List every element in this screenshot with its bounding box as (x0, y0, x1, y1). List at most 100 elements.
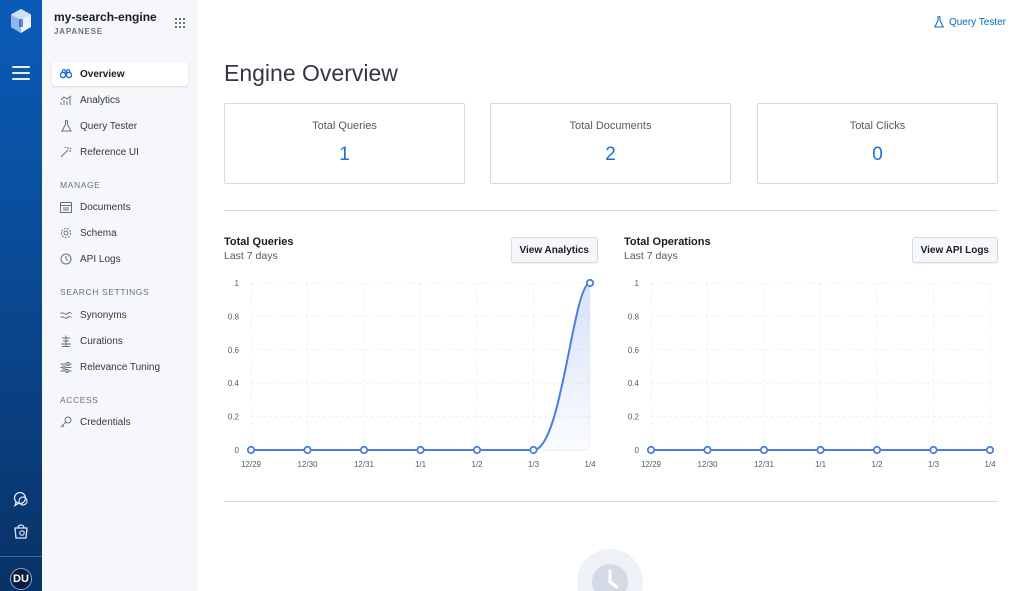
nav-item-label: Curations (80, 335, 123, 347)
x-tick-label: 1/3 (928, 460, 940, 469)
data-point (759, 445, 769, 455)
chart-panel-queries: Total Queries Last 7 days View Analytics… (224, 234, 598, 484)
data-point (816, 445, 825, 455)
nav-item-credentials[interactable]: Credentials (52, 410, 188, 434)
page-title: Engine Overview (224, 60, 398, 86)
data-point (585, 278, 595, 288)
data-point (646, 445, 656, 455)
curations-icon (60, 335, 72, 347)
section-divider (224, 501, 998, 502)
engine-language: JAPANESE (54, 27, 103, 36)
engine-name: my-search-engine (54, 10, 157, 24)
nav-section-manage: MANAGE (60, 180, 101, 190)
stat-card-total-clicks[interactable]: Total Clicks 0 (757, 103, 998, 184)
stat-value: 1 (339, 144, 350, 165)
nav-item-label: Query Tester (80, 120, 138, 132)
x-tick-label: 1/3 (528, 460, 540, 469)
flask-icon (60, 120, 72, 132)
chat-icon[interactable] (12, 490, 30, 508)
queries-chart: 0 0.2 0.4 0.6 0.8 1 12/29 12/30 12/31 1/1 1/2 1/3 1/… (228, 278, 596, 469)
nav-item-label: Credentials (80, 416, 131, 428)
analytics-icon (60, 94, 72, 106)
nav-section-search-settings: SEARCH SETTINGS (60, 287, 150, 297)
nav-item-relevance-tuning[interactable]: Relevance Tuning (52, 355, 188, 379)
stat-label: Total Queries (312, 120, 377, 132)
data-point (359, 445, 369, 455)
documents-icon (60, 201, 72, 213)
y-tick-label: 0.2 (228, 413, 240, 422)
chart-subtitle: Last 7 days (224, 250, 278, 262)
x-tick-label: 12/31 (754, 460, 775, 469)
marketplace-icon[interactable] (12, 522, 30, 540)
section-divider (224, 210, 998, 211)
y-tick-label: 0.8 (628, 312, 640, 321)
x-tick-label: 1/4 (984, 460, 996, 469)
chart-title: Total Queries (224, 236, 294, 248)
query-tester-link-label: Query Tester (948, 16, 1006, 28)
stat-card-total-documents[interactable]: Total Documents 2 (490, 103, 731, 184)
sliders-icon (60, 361, 72, 373)
x-tick-label: 1/2 (871, 460, 883, 469)
user-avatar[interactable]: DU (10, 568, 32, 590)
empty-state-clock-icon (577, 549, 643, 591)
view-api-logs-button[interactable]: View API Logs (911, 237, 998, 263)
chart-title: Total Operations (624, 236, 711, 248)
app-logo-icon[interactable] (9, 8, 33, 34)
nav-item-analytics[interactable]: Analytics (52, 88, 188, 112)
y-tick-label: 0.6 (228, 346, 240, 355)
nav-item-curations[interactable]: Curations (52, 329, 188, 353)
nav-item-label: Analytics (80, 94, 121, 106)
x-tick-label: 12/30 (697, 460, 718, 469)
gear-icon (60, 227, 72, 239)
nav-item-documents[interactable]: Documents (52, 195, 188, 219)
stat-card-total-queries[interactable]: Total Queries 1 (224, 103, 465, 184)
nav-item-overview[interactable]: Overview (52, 62, 188, 86)
data-point (529, 445, 538, 455)
y-tick-label: 1 (235, 279, 240, 288)
data-point (703, 445, 712, 455)
chart-panel-operations: Total Operations Last 7 days View API Lo… (624, 234, 998, 484)
y-tick-label: 0.2 (628, 413, 640, 422)
nav-item-label: Relevance Tuning (80, 361, 161, 373)
data-point (246, 445, 256, 455)
nav-item-label: Overview (80, 68, 125, 80)
nav-item-label: Synonyms (80, 309, 127, 321)
y-tick-label: 0.4 (628, 379, 640, 388)
y-tick-label: 0 (235, 446, 240, 455)
stat-value: 2 (605, 144, 616, 165)
app-switcher-grid-icon[interactable] (175, 18, 185, 28)
nav-item-api-logs[interactable]: API Logs (52, 247, 188, 271)
x-tick-label: 12/30 (297, 460, 318, 469)
wand-icon (60, 146, 72, 158)
binoculars-icon (60, 68, 72, 80)
x-tick-label: 12/29 (641, 460, 662, 469)
operations-chart: 0 0.2 0.4 0.6 0.8 1 12/29 12/30 12/31 1/1 1/2 1/3 1/… (628, 279, 996, 469)
chart-subtitle: Last 7 days (624, 250, 678, 262)
view-analytics-button[interactable]: View Analytics (510, 237, 598, 263)
x-tick-label: 12/31 (354, 460, 375, 469)
stat-label: Total Documents (569, 120, 652, 132)
nav-item-synonyms[interactable]: Synonyms (52, 303, 188, 327)
x-tick-label: 1/2 (471, 460, 483, 469)
y-tick-label: 0.8 (228, 312, 240, 321)
flask-icon (933, 16, 944, 28)
data-point (472, 445, 482, 455)
nav-item-reference-ui[interactable]: Reference UI (52, 140, 188, 164)
nav-item-label: Schema (80, 227, 117, 239)
y-tick-label: 0 (635, 446, 640, 455)
stat-label: Total Clicks (849, 120, 906, 132)
main-content: Query Tester Engine Overview Total Queri… (198, 0, 1024, 591)
y-tick-label: 0.6 (628, 346, 640, 355)
data-point (985, 445, 995, 455)
x-tick-label: 1/4 (584, 460, 596, 469)
nav-item-label: API Logs (80, 253, 121, 265)
key-icon (60, 416, 72, 428)
hamburger-menu-icon[interactable] (12, 66, 30, 82)
nav-item-schema[interactable]: Schema (52, 221, 188, 245)
x-tick-label: 1/1 (815, 460, 827, 469)
data-point (929, 445, 938, 455)
engine-header: my-search-engine JAPANESE (54, 10, 194, 36)
nav-item-query-tester[interactable]: Query Tester (52, 114, 188, 138)
rail-divider (0, 556, 42, 557)
query-tester-link[interactable]: Query Tester (933, 16, 1006, 28)
